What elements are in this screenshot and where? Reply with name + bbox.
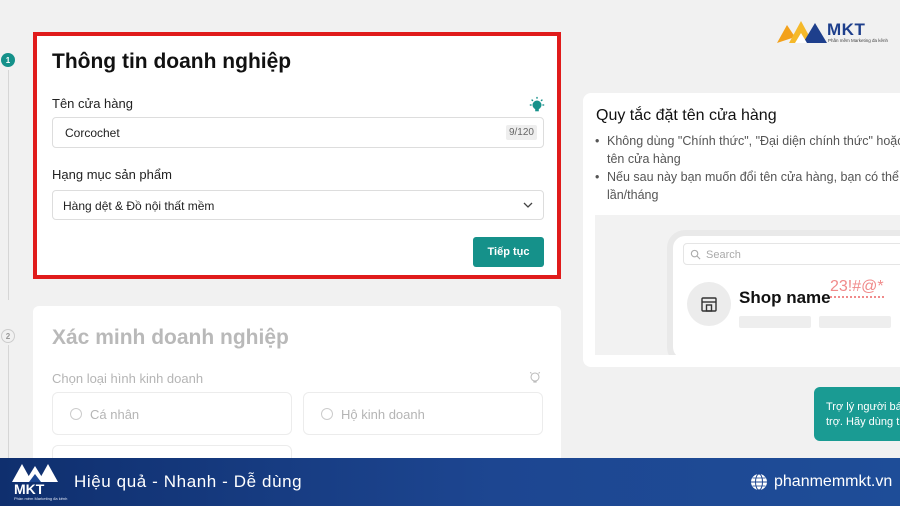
logo-text: MKT bbox=[14, 481, 45, 497]
mock-shop-name: Shop name bbox=[739, 288, 831, 307]
slogan: Hiệu quả - Nhanh - Dễ dùng bbox=[74, 472, 303, 491]
continue-button[interactable]: Tiếp tục bbox=[473, 237, 544, 267]
chevron-down-icon bbox=[523, 202, 533, 208]
mkt-logo-mark bbox=[777, 21, 827, 43]
store-icon bbox=[687, 282, 731, 326]
seller-assistant-bubble[interactable]: Trợ lý người bán trợ. Hãy dùng t bbox=[814, 387, 900, 441]
business-type-label: Chọn loại hình kinh doanh bbox=[52, 371, 204, 386]
radio-button[interactable] bbox=[70, 408, 82, 420]
footer-banner: MKT Phần mềm Marketing đa kênh Hiệu quả … bbox=[0, 458, 900, 506]
example-illustration: Search Shop name 23!#@* bbox=[595, 215, 900, 355]
category-value: Hàng dệt & Đồ nội thất mềm bbox=[63, 199, 215, 213]
step-2-indicator: 2 bbox=[1, 329, 15, 343]
step-1-indicator: 1 bbox=[1, 53, 15, 67]
rule-item: Không dùng "Chính thức", "Đại diện chính… bbox=[595, 132, 900, 168]
mock-search-bar: Search bbox=[683, 243, 900, 265]
option-individual[interactable]: Cá nhân bbox=[52, 392, 292, 435]
option-household-business[interactable]: Hộ kinh doanh bbox=[303, 392, 543, 435]
rules-title: Quy tắc đặt tên cửa hàng bbox=[596, 107, 777, 124]
store-name-label: Tên cửa hàng bbox=[52, 96, 133, 111]
mkt-logo: MKT Phần mềm Marketing đa kênh bbox=[777, 19, 888, 47]
rules-list: Không dùng "Chính thức", "Đại diện chính… bbox=[595, 132, 900, 204]
assistant-text: Trợ lý người bán bbox=[826, 401, 900, 413]
business-info-card: Thông tin doanh nghiệp Tên cửa hàng Corc… bbox=[33, 32, 561, 279]
category-label: Hạng mục sản phẩm bbox=[52, 167, 172, 182]
globe-icon bbox=[751, 473, 767, 491]
store-name-value: Corcochet bbox=[65, 126, 120, 140]
option-label: Cá nhân bbox=[90, 407, 140, 422]
logo-subtext: Phần mềm Marketing đa kênh bbox=[14, 496, 68, 501]
business-verification-card: Xác minh doanh nghiệp Chọn loại hình kin… bbox=[33, 306, 561, 476]
timeline-line bbox=[8, 70, 9, 300]
logo-text: MKT bbox=[827, 20, 866, 39]
rule-item: Nếu sau này bạn muốn đổi tên cửa hàng, b… bbox=[595, 168, 900, 204]
option-label: Hộ kinh doanh bbox=[341, 407, 425, 422]
assistant-text: trợ. Hãy dùng t bbox=[826, 416, 900, 428]
search-icon bbox=[690, 249, 701, 260]
lightbulb-icon[interactable] bbox=[527, 369, 543, 385]
website-link[interactable]: phanmemmkt.vn bbox=[774, 473, 892, 491]
mock-search-placeholder: Search bbox=[706, 249, 741, 261]
business-info-title: Thông tin doanh nghiệp bbox=[52, 50, 292, 73]
character-counter: 9/120 bbox=[505, 125, 537, 140]
placeholder-bar bbox=[739, 316, 811, 328]
radio-button[interactable] bbox=[321, 408, 333, 420]
naming-rules-panel: Quy tắc đặt tên cửa hàng Không dùng "Chí… bbox=[583, 93, 900, 367]
placeholder-bar bbox=[819, 316, 891, 328]
category-select[interactable]: Hàng dệt & Đồ nội thất mềm bbox=[52, 190, 544, 220]
phone-mockup: Search Shop name 23!#@* bbox=[667, 230, 900, 355]
store-name-input[interactable]: Corcochet 9/120 bbox=[52, 117, 544, 148]
logo-subtext: Phần mềm Marketing đa kênh bbox=[828, 38, 889, 43]
timeline-line bbox=[8, 345, 9, 465]
footer-logo: MKT Phần mềm Marketing đa kênh bbox=[12, 462, 67, 502]
lightbulb-icon[interactable] bbox=[528, 96, 546, 114]
mock-invalid-characters: 23!#@* bbox=[830, 278, 884, 298]
verification-title: Xác minh doanh nghiệp bbox=[52, 326, 289, 349]
